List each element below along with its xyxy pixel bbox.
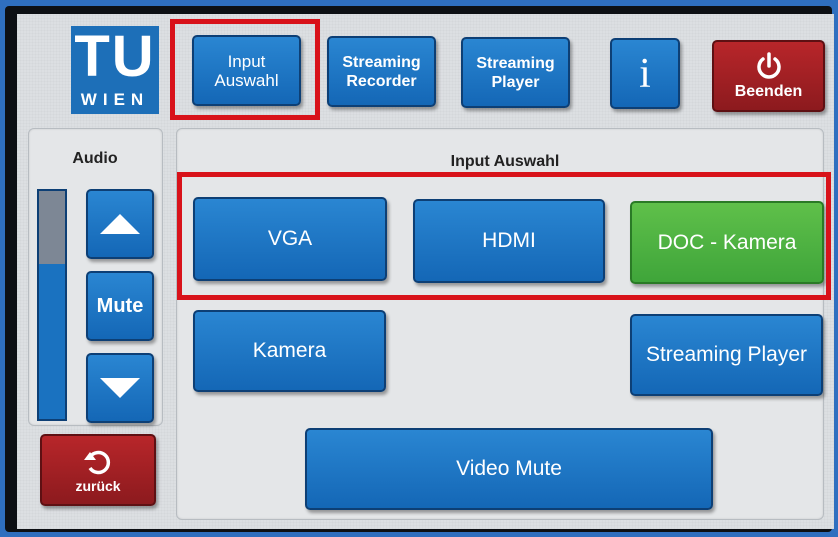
info-icon: i [639,50,651,97]
volume-bar-empty [39,191,65,264]
logo-wien-text: WIEN [80,90,150,109]
zurueck-button[interactable]: zurück [40,434,156,506]
video-mute-button[interactable]: Video Mute [305,428,713,510]
beenden-label: Beenden [734,83,803,100]
streaming-recorder-button[interactable]: Streaming Recorder [327,36,436,107]
streaming-player-label: Streaming Player [645,343,808,366]
streaming-player-top-label: Streaming Player [476,54,555,91]
volume-bar[interactable] [37,189,67,421]
streaming-player-top-button[interactable]: Streaming Player [461,37,570,108]
logo-tu-text: TU [74,24,156,89]
power-icon [756,52,781,79]
volume-down-button[interactable] [86,353,154,423]
mute-button[interactable]: Mute [86,271,154,341]
arrow-up-icon [100,214,140,234]
kamera-label: Kamera [252,339,327,362]
streaming-recorder-label: Streaming Recorder [342,53,421,90]
kamera-button[interactable]: Kamera [193,310,386,392]
input-auswahl-highlight [170,19,320,120]
info-button[interactable]: i [610,38,680,109]
tu-wien-logo: TU WIEN [71,26,159,114]
audio-title: Audio [72,150,118,167]
input-row-highlight [177,172,831,300]
input-auswahl-title: Input Auswahl [450,153,560,170]
volume-up-button[interactable] [86,189,154,259]
streaming-player-button[interactable]: Streaming Player [630,314,823,396]
beenden-button[interactable]: Beenden [712,40,825,112]
video-mute-label: Video Mute [456,457,562,480]
refresh-icon [84,450,111,475]
zurueck-label: zurück [75,478,121,494]
mute-label: Mute [96,294,144,317]
arrow-down-icon [100,378,140,398]
